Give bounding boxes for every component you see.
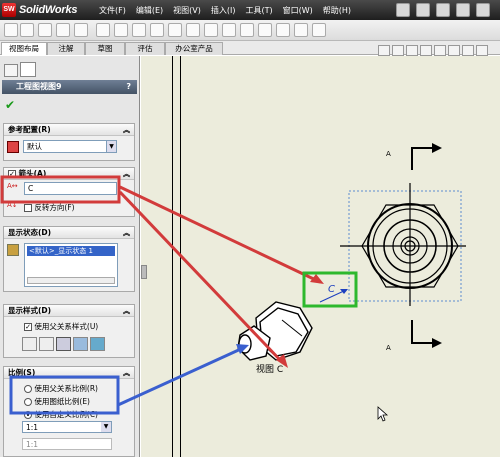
section-label-top: A <box>386 150 391 158</box>
pointer-arrow-red <box>118 190 284 364</box>
nut-isometric-view[interactable] <box>237 301 313 361</box>
mouse-cursor-icon <box>377 406 389 422</box>
arrowhead-icon <box>432 143 442 153</box>
drawing-overlay: C A A 视图 C <box>0 143 466 422</box>
pointer-arrow-blue <box>117 346 244 407</box>
highlight-box-scale <box>9 375 120 415</box>
highlight-box-arrow-label <box>0 175 121 204</box>
nut-front-view[interactable] <box>340 183 466 306</box>
view-label: 视图 C <box>256 363 283 375</box>
pointer-arrow-red <box>119 185 321 284</box>
arrow-preview-letter: C <box>328 284 335 295</box>
section-label-bottom: A <box>386 344 391 352</box>
arrowhead-icon <box>432 338 442 348</box>
